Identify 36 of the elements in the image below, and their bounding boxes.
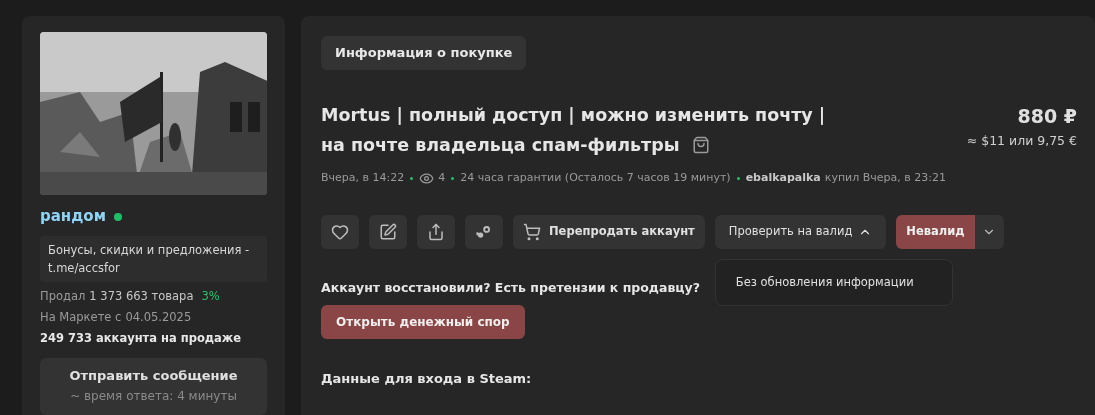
check-valid-button[interactable]: Проверить на валид	[714, 214, 887, 249]
item-title: Mortus | полный доступ | можно изменить почту |	[321, 104, 826, 127]
sold-label: Продал	[40, 287, 86, 305]
resell-button[interactable]: Перепродать аккаунт	[513, 214, 705, 249]
steam-button[interactable]	[465, 214, 503, 249]
tab[interactable]: Информация о покупке	[321, 36, 527, 70]
meta-text: Вчера, в 14:22	[321, 170, 405, 186]
price: 880 ₽	[1017, 104, 1077, 129]
sold-rate: 3%	[201, 287, 220, 305]
purchase-time: купил Вчера, в 23:21	[824, 170, 946, 186]
share-button[interactable]	[417, 214, 455, 249]
edit-button[interactable]	[369, 214, 407, 249]
section-heading: Данные для входа в Steam:	[321, 370, 532, 389]
on-sale-count[interactable]: 249 733 аккаунта на продаже	[40, 330, 267, 348]
views-count: 4	[438, 170, 446, 186]
invalid-button[interactable]: Невалид	[896, 214, 975, 249]
promo-text: Бонусы, скидки и предложения - t.me/accsfor	[40, 235, 267, 282]
dispute-button[interactable]: Открыть денежный спор	[321, 305, 525, 340]
sold-count: 1 373 663 товара	[89, 287, 194, 305]
menu-item[interactable]: Без обновления информации	[735, 273, 932, 291]
bag-icon	[691, 136, 710, 154]
edit-icon	[379, 222, 397, 241]
share-icon	[427, 222, 445, 241]
heart-icon	[331, 222, 349, 241]
cart-icon	[523, 222, 541, 241]
buyer-name[interactable]: ebalkapalka	[745, 170, 821, 187]
since-label: На Маркете с	[40, 309, 122, 326]
dispute-question: Аккаунт восстановили? Есть претензии к продавцу?	[321, 278, 700, 297]
favorite-button[interactable]	[321, 214, 359, 249]
since-date: 04.05.2025	[125, 309, 192, 326]
item-title: на почте владельца спам-фильтры	[321, 134, 680, 157]
seller-name[interactable]: рандом	[40, 205, 106, 228]
meta-text: 24 часа гарантии (Осталось 7 часов 19 минут)	[460, 170, 731, 186]
price-converted: ≈ $11 или 9,75 €	[966, 132, 1077, 150]
message-button[interactable]: Отправить сообщение ~ время ответа: 4 минуты	[40, 357, 267, 415]
views-icon	[419, 170, 435, 186]
